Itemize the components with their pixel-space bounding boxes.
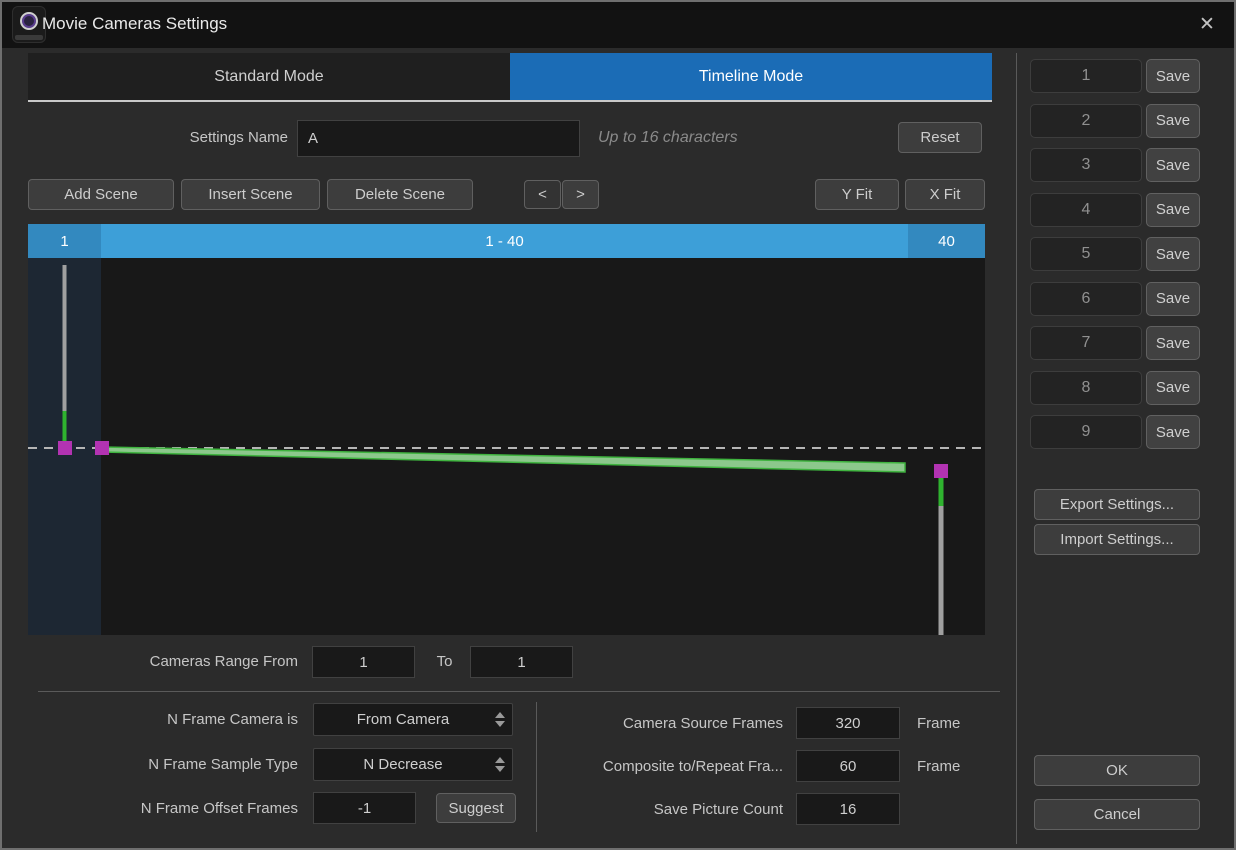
- n-frame-offset-frames-label: N Frame Offset Frames: [102, 800, 298, 817]
- slot-row-8: 8 Save: [1030, 371, 1202, 405]
- insert-scene-button[interactable]: Insert Scene: [181, 179, 320, 210]
- next-scene-button[interactable]: >: [562, 180, 599, 209]
- prev-scene-button[interactable]: <: [524, 180, 561, 209]
- settings-name-input[interactable]: A: [297, 120, 580, 157]
- slot-row-7: 7 Save: [1030, 326, 1202, 360]
- settings-name-hint: Up to 16 characters: [598, 129, 738, 147]
- timeline-range-label[interactable]: 1 - 40: [101, 224, 908, 258]
- slot-row-9: 9 Save: [1030, 415, 1202, 449]
- slot-save-button[interactable]: Save: [1146, 193, 1200, 227]
- slot-number-field[interactable]: 3: [1030, 148, 1142, 182]
- keyframe-handle-1[interactable]: [58, 441, 72, 455]
- n-frame-sample-type-select[interactable]: N Decrease: [313, 748, 513, 781]
- n-frame-camera-is-label: N Frame Camera is: [102, 711, 298, 728]
- close-icon[interactable]: ✕: [1194, 13, 1220, 37]
- import-settings-button[interactable]: Import Settings...: [1034, 524, 1200, 555]
- slot-save-button[interactable]: Save: [1146, 104, 1200, 138]
- slot-row-2: 2 Save: [1030, 104, 1202, 138]
- suggest-button[interactable]: Suggest: [436, 793, 516, 823]
- cameras-range-label: Cameras Range From: [102, 653, 298, 670]
- window-title: Movie Cameras Settings: [42, 14, 227, 34]
- mode-tabs: Standard Mode Timeline Mode: [28, 53, 992, 100]
- timeline-graph[interactable]: [28, 258, 985, 635]
- slot-save-button[interactable]: Save: [1146, 415, 1200, 449]
- slot-number-field[interactable]: 6: [1030, 282, 1142, 316]
- ok-button[interactable]: OK: [1034, 755, 1200, 786]
- tab-underline: [28, 100, 992, 102]
- left-camera-bar-gray: [63, 265, 67, 411]
- composite-repeat-frames-input[interactable]: 60: [796, 750, 900, 782]
- slot-number-field[interactable]: 9: [1030, 415, 1142, 449]
- keyframe-handle-3[interactable]: [934, 464, 948, 478]
- sidebar-divider: [1016, 53, 1017, 844]
- slot-number-field[interactable]: 8: [1030, 371, 1142, 405]
- slot-save-button[interactable]: Save: [1146, 326, 1200, 360]
- bottom-column-divider: [536, 702, 537, 832]
- timeline-end-frame[interactable]: 40: [908, 224, 985, 258]
- n-frame-sample-type-label: N Frame Sample Type: [102, 756, 298, 773]
- cameras-range-from-input[interactable]: 1: [312, 646, 415, 678]
- add-scene-button[interactable]: Add Scene: [28, 179, 174, 210]
- slot-number-field[interactable]: 2: [1030, 104, 1142, 138]
- interpolation-curve[interactable]: [102, 447, 905, 472]
- export-settings-button[interactable]: Export Settings...: [1034, 489, 1200, 520]
- settings-slot-list: 1 Save 2 Save 3 Save 4 Save 5 Save 6 Sav…: [1030, 59, 1202, 449]
- camera-lens-icon: [12, 6, 46, 43]
- spinner-arrows-icon[interactable]: [492, 757, 512, 772]
- slot-row-3: 3 Save: [1030, 148, 1202, 182]
- slot-row-5: 5 Save: [1030, 237, 1202, 271]
- n-frame-camera-is-select[interactable]: From Camera: [313, 703, 513, 736]
- tab-timeline-mode[interactable]: Timeline Mode: [510, 53, 992, 100]
- cameras-range-to-label: To: [422, 653, 467, 670]
- settings-name-label: Settings Name: [102, 129, 288, 146]
- slot-save-button[interactable]: Save: [1146, 371, 1200, 405]
- slot-save-button[interactable]: Save: [1146, 59, 1200, 93]
- keyframe-handle-2[interactable]: [95, 441, 109, 455]
- spinner-arrows-icon[interactable]: [492, 712, 512, 727]
- n-frame-camera-is-value: From Camera: [314, 711, 492, 728]
- camera-source-frames-label: Camera Source Frames: [567, 715, 783, 732]
- timeline-header[interactable]: 1 1 - 40 40: [28, 224, 985, 258]
- x-fit-button[interactable]: X Fit: [905, 179, 985, 210]
- timeline-start-frame[interactable]: 1: [28, 224, 101, 258]
- n-frame-sample-type-value: N Decrease: [314, 756, 492, 773]
- slot-row-6: 6 Save: [1030, 282, 1202, 316]
- camera-source-frames-unit: Frame: [917, 715, 967, 732]
- cancel-button[interactable]: Cancel: [1034, 799, 1200, 830]
- right-camera-bar-green: [939, 478, 944, 506]
- left-camera-bar-green: [63, 411, 67, 442]
- timeline-curve-canvas: [28, 258, 985, 635]
- slot-number-field[interactable]: 1: [1030, 59, 1142, 93]
- slot-number-field[interactable]: 4: [1030, 193, 1142, 227]
- title-bar: Movie Cameras Settings ✕: [2, 2, 1234, 48]
- slot-number-field[interactable]: 5: [1030, 237, 1142, 271]
- tab-standard-mode[interactable]: Standard Mode: [28, 53, 510, 100]
- reset-button[interactable]: Reset: [898, 122, 982, 153]
- bottom-section-divider: [38, 691, 1000, 692]
- slot-row-1: 1 Save: [1030, 59, 1202, 93]
- slot-row-4: 4 Save: [1030, 193, 1202, 227]
- slot-save-button[interactable]: Save: [1146, 148, 1200, 182]
- movie-cameras-settings-dialog: Movie Cameras Settings ✕ Standard Mode T…: [0, 0, 1236, 850]
- composite-repeat-frames-label: Composite to/Repeat Fra...: [567, 758, 783, 775]
- right-camera-bar-gray: [939, 506, 944, 635]
- cameras-range-to-input[interactable]: 1: [470, 646, 573, 678]
- slot-number-field[interactable]: 7: [1030, 326, 1142, 360]
- composite-repeat-frames-unit: Frame: [917, 758, 967, 775]
- slot-save-button[interactable]: Save: [1146, 282, 1200, 316]
- camera-source-frames-input[interactable]: 320: [796, 707, 900, 739]
- slot-save-button[interactable]: Save: [1146, 237, 1200, 271]
- delete-scene-button[interactable]: Delete Scene: [327, 179, 473, 210]
- y-fit-button[interactable]: Y Fit: [815, 179, 899, 210]
- n-frame-offset-input[interactable]: -1: [313, 792, 416, 824]
- save-picture-count-input[interactable]: 16: [796, 793, 900, 825]
- save-picture-count-label: Save Picture Count: [567, 801, 783, 818]
